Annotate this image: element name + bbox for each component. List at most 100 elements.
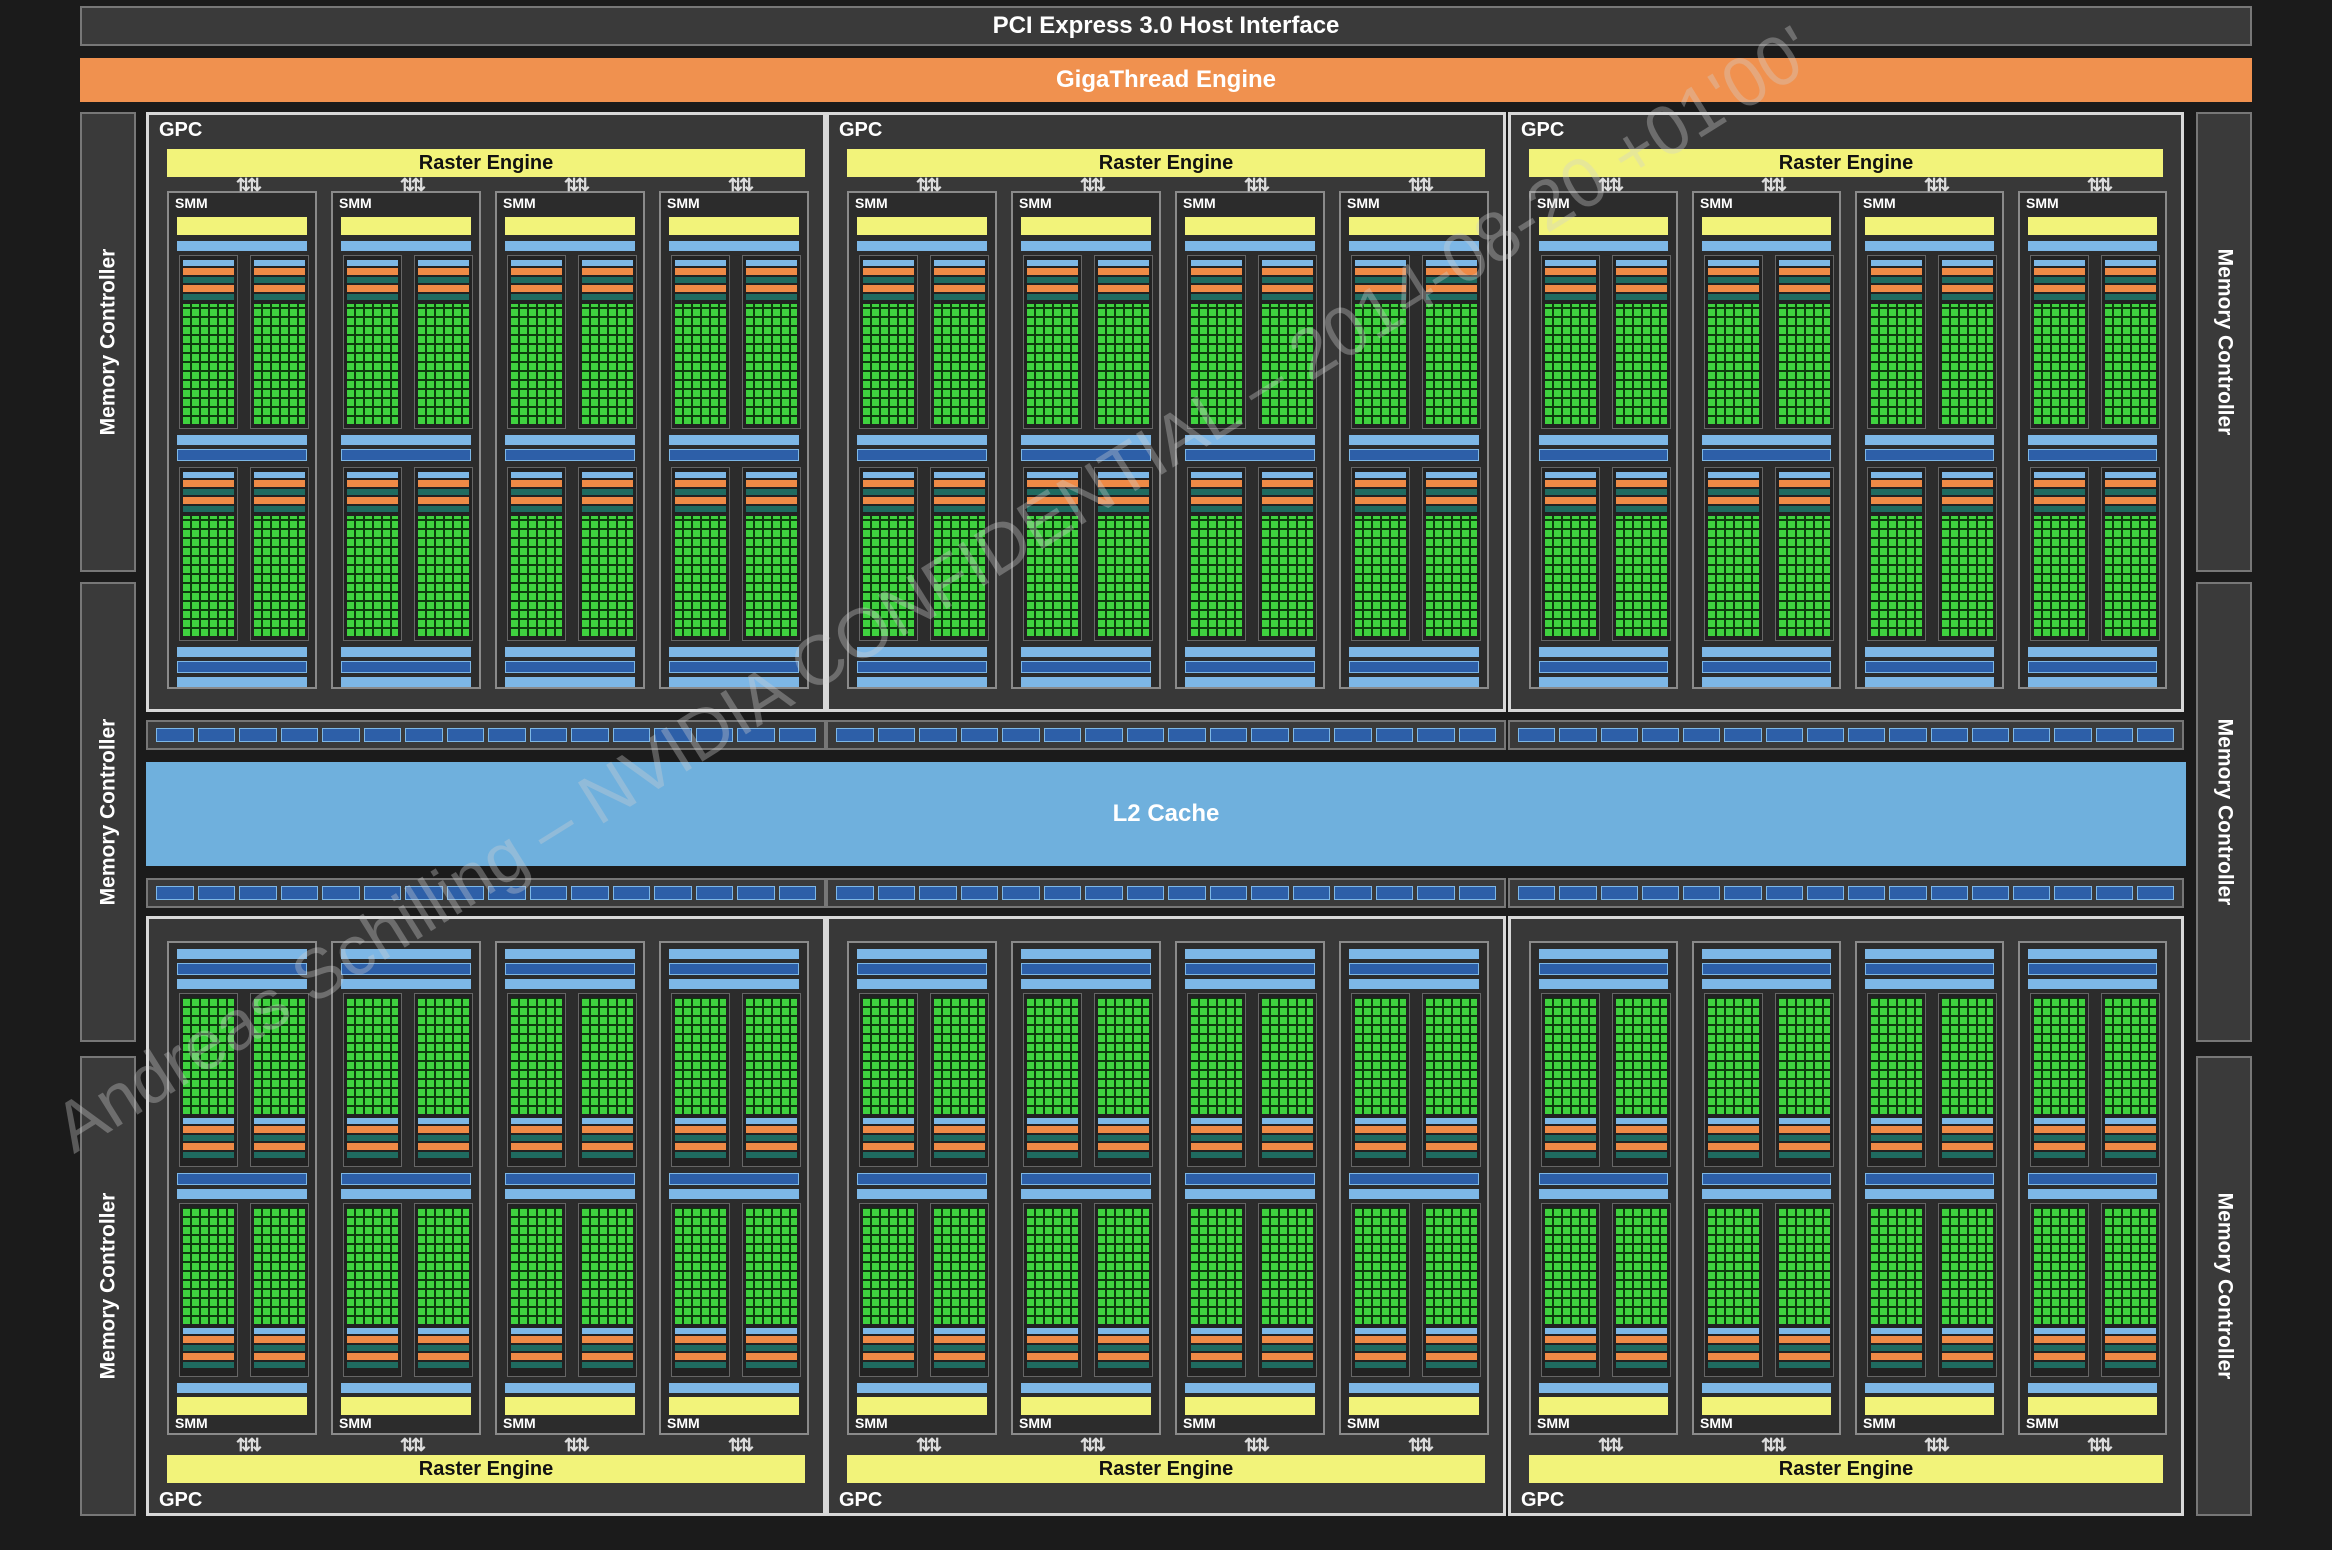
cuda-core-grid [1426,1208,1477,1324]
cuda-core-grid [1708,1208,1759,1324]
unit-strip [863,260,914,266]
smm-label: SMM [1019,1415,1052,1431]
unit-strip [934,480,985,487]
unit-strip [418,285,469,292]
unit-strip [1098,285,1149,292]
crossbar-port [1971,886,2009,900]
core-block [1704,467,1763,641]
unit-strip [254,1126,305,1133]
unit-strip [746,480,797,487]
cuda-core-grid [582,998,633,1114]
l1-strip [341,241,471,251]
crossbar-port [571,886,609,900]
tex-units [341,963,471,975]
unit-strip [1355,1336,1406,1343]
core-block [1187,993,1246,1167]
unit-strip [582,1336,633,1343]
unit-strip [511,506,562,512]
unit-strip [2034,1143,2085,1150]
instruction-cache [857,1397,987,1415]
core-block [859,1203,918,1377]
unit-strip [934,294,985,300]
unit-strip [1871,268,1922,275]
unit-strip [1027,285,1078,292]
crossbar-port [1971,728,2009,742]
unit-strip [1098,268,1149,275]
unit-strip [1871,1126,1922,1133]
unit-strip [1027,1126,1078,1133]
core-block [507,993,566,1167]
unit-strip [1871,506,1922,512]
tex-strip [1021,949,1151,959]
tex-strip [1702,949,1831,959]
unit-strip [1027,480,1078,487]
unit-strip [1779,1362,1830,1368]
unit-strip [1191,1135,1242,1141]
tex-strip [1185,435,1315,445]
unit-strip [1262,506,1313,512]
unit-strip [675,285,726,292]
cuda-core-grid [2105,304,2156,424]
tex-units [1021,661,1151,673]
unit-strip [1098,472,1149,478]
unit-strip [183,1143,234,1150]
unit-strip [1871,472,1922,478]
unit-strip [2034,1135,2085,1141]
crossbar-port [1168,728,1206,742]
unit-strip [1871,1362,1922,1368]
crossbar-port [2013,728,2051,742]
smm: SMM [1692,191,1841,689]
unit-strip [1616,277,1667,283]
unit-strip [1616,1118,1667,1124]
unit-strip [183,294,234,300]
unit-strip [2034,260,2085,266]
unit-strip [675,268,726,275]
unit-strip [2105,1152,2156,1158]
unit-strip [347,1118,398,1124]
gpc-label: GPC [159,1489,203,1511]
unit-strip [582,1362,633,1368]
crossbar-segment [1508,720,2184,750]
bidirectional-arrow-icon: ⇅⇅ [399,175,426,195]
unit-strip [582,1118,633,1124]
unit-strip [1545,480,1596,487]
core-block [179,255,238,429]
unit-strip [2105,1126,2156,1133]
unit-strip [418,1143,469,1150]
unit-strip [347,1362,398,1368]
unit-strip [1262,472,1313,478]
unit-strip [2105,1135,2156,1141]
unit-strip [863,1126,914,1133]
unit-strip [2105,268,2156,275]
cuda-core-grid [183,516,234,636]
unit-strip [746,1135,797,1141]
smm-label: SMM [855,195,888,211]
bidirectional-arrow-icon: ⇅⇅ [2086,1435,2113,1455]
core-block [414,993,473,1167]
unit-strip [511,268,562,275]
unit-strip [1426,480,1477,487]
tex-strip [2028,435,2157,445]
unit-strip [1779,489,1830,495]
unit-strip [582,1143,633,1150]
unit-strip [1616,285,1667,292]
unit-strip [2105,1143,2156,1150]
cuda-core-grid [1871,998,1922,1114]
memory-controller-label: Memory Controller [96,1192,120,1380]
tex-strip [341,647,471,657]
unit-strip [1779,260,1830,266]
unit-strip [1708,1328,1759,1334]
smm: SMM [659,191,809,689]
l1-strip [857,241,987,251]
unit-strip [1708,268,1759,275]
unit-strip [347,285,398,292]
memory-controller-label: Memory Controller [2213,248,2237,436]
gpc: GPC Raster Engine SMM ⇅⇅ SMM ⇅⇅ SMM ⇅⇅ SMM ⇅⇅ [1508,916,2184,1516]
l1-strip [505,1383,635,1393]
core-block [1258,1203,1317,1377]
cuda-core-grid [1027,516,1078,636]
unit-strip [1355,294,1406,300]
unit-strip [2105,1328,2156,1334]
crossbar-port [1126,728,1164,742]
unit-strip [1191,1152,1242,1158]
